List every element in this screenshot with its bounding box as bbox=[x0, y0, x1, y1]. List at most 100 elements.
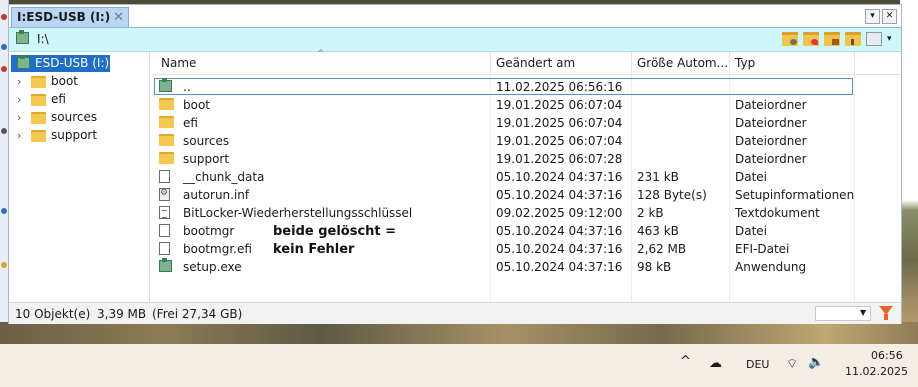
file-type: Setupinformationen bbox=[735, 188, 855, 202]
column-modified[interactable]: Geändert am bbox=[496, 56, 575, 70]
file-modified: 11.02.2025 06:56:16 bbox=[496, 80, 623, 94]
window-menu-button[interactable]: ▾ bbox=[865, 9, 880, 24]
file-name: support bbox=[183, 152, 230, 166]
folder-icon bbox=[31, 130, 46, 142]
file-icon bbox=[159, 224, 170, 237]
clock-time[interactable]: 06:56 bbox=[871, 349, 903, 362]
tab-close-icon[interactable]: ✕ bbox=[113, 10, 124, 25]
bookmark-folder-icon[interactable] bbox=[845, 32, 861, 46]
desktop-background bbox=[900, 0, 918, 340]
chevron-right-icon[interactable]: › bbox=[17, 93, 21, 106]
tree-item-label: boot bbox=[51, 74, 79, 88]
clock-date[interactable]: 11.02.2025 bbox=[845, 365, 908, 378]
app-icon bbox=[159, 258, 172, 272]
address-bar[interactable]: I:\ ▾ bbox=[9, 28, 901, 52]
filter-icon-stem bbox=[884, 314, 888, 320]
status-free-space: (Frei 27,34 GB) bbox=[152, 307, 243, 321]
folder-icon bbox=[159, 134, 174, 146]
status-total-size: 3,39 MB bbox=[97, 307, 147, 321]
text-file-icon bbox=[159, 206, 170, 219]
favorites-folder-icon[interactable] bbox=[803, 32, 819, 46]
desktop-background-bottom bbox=[0, 322, 918, 344]
column-divider[interactable] bbox=[729, 52, 730, 74]
tree-root-label: ESD-USB (I:) bbox=[35, 56, 110, 70]
file-name: .. bbox=[183, 80, 191, 94]
file-row[interactable]: setup.exe 05.10.2024 04:37:16 98 kB Anwe… bbox=[151, 258, 901, 276]
file-name: __chunk_data bbox=[183, 170, 265, 184]
file-modified: 05.10.2024 04:37:16 bbox=[496, 242, 623, 256]
recent-folder-icon[interactable] bbox=[782, 32, 798, 46]
wifi-icon[interactable]: ⌔ bbox=[786, 356, 798, 372]
column-divider[interactable] bbox=[631, 52, 632, 74]
tree-item-label: sources bbox=[51, 110, 98, 124]
file-row[interactable]: BitLocker-Wiederherstellungsschlüssel 09… bbox=[151, 204, 901, 222]
file-name: BitLocker-Wiederherstellungsschlüssel bbox=[183, 206, 413, 220]
folder-icon bbox=[31, 76, 46, 88]
chevron-down-icon[interactable]: ▾ bbox=[887, 32, 895, 46]
file-row[interactable]: efi 19.01.2025 06:07:04 Dateiordner bbox=[151, 114, 901, 132]
file-type: Dateiordner bbox=[735, 134, 807, 148]
file-row[interactable]: bootmgr 05.10.2024 04:37:16 463 kB Datei bbox=[151, 222, 901, 240]
file-modified: 05.10.2024 04:37:16 bbox=[496, 170, 623, 184]
cloud-sync-icon[interactable]: ☁ bbox=[709, 356, 722, 371]
file-modified: 05.10.2024 04:37:16 bbox=[496, 260, 623, 274]
folder-tree: ESD-USB (I:) › boot › efi › sources › su… bbox=[9, 52, 150, 302]
file-name: bootmgr bbox=[183, 224, 235, 238]
annotation-line-1: beide gelöscht = bbox=[271, 223, 399, 241]
folder-icon bbox=[31, 94, 46, 106]
chevron-right-icon[interactable]: › bbox=[17, 129, 21, 142]
copy-path-icon[interactable] bbox=[866, 32, 882, 46]
file-type: Dateiordner bbox=[735, 98, 807, 112]
tab-title: I:ESD-USB (I:) bbox=[17, 10, 111, 24]
volume-icon[interactable]: 🔈 bbox=[808, 355, 824, 370]
file-list: ^ Name Geändert am Größe Autom... Typ ..… bbox=[151, 49, 901, 302]
file-modified: 19.01.2025 06:07:28 bbox=[496, 152, 623, 166]
file-row[interactable]: sources 19.01.2025 06:07:04 Dateiordner bbox=[151, 132, 901, 150]
status-count: 10 Objekt(e) bbox=[15, 307, 91, 321]
tree-item-drive[interactable]: ESD-USB (I:) bbox=[11, 55, 110, 72]
file-row-parent[interactable]: .. 11.02.2025 06:56:16 bbox=[151, 78, 901, 96]
file-name: bootmgr.efi bbox=[183, 242, 252, 256]
file-name: autorun.inf bbox=[183, 188, 250, 202]
file-size: 231 kB bbox=[637, 170, 679, 184]
file-modified: 19.01.2025 06:07:04 bbox=[496, 134, 623, 148]
file-modified: 05.10.2024 04:37:16 bbox=[496, 188, 623, 202]
tab-drive[interactable]: I:ESD-USB (I:) ✕ bbox=[11, 7, 129, 27]
file-size: 98 kB bbox=[637, 260, 672, 274]
file-size: 2,62 MB bbox=[637, 242, 687, 256]
column-size[interactable]: Größe Autom... bbox=[637, 56, 728, 70]
column-divider[interactable] bbox=[490, 52, 491, 74]
file-row[interactable]: bootmgr.efi 05.10.2024 04:37:16 2,62 MB … bbox=[151, 240, 901, 258]
file-row[interactable]: support 19.01.2025 06:07:28 Dateiordner bbox=[151, 150, 901, 168]
file-row[interactable]: autorun.inf 05.10.2024 04:37:16 128 Byte… bbox=[151, 186, 901, 204]
file-row[interactable]: __chunk_data 05.10.2024 04:37:16 231 kB … bbox=[151, 168, 901, 186]
file-modified: 19.01.2025 06:07:04 bbox=[496, 98, 623, 112]
file-icon bbox=[159, 170, 170, 183]
chevron-down-icon[interactable]: ▼ bbox=[860, 308, 866, 317]
tree-item-label: support bbox=[51, 128, 98, 142]
column-divider[interactable] bbox=[854, 52, 855, 74]
file-type: Anwendung bbox=[735, 260, 807, 274]
file-name: boot bbox=[183, 98, 211, 112]
usb-drive-icon bbox=[17, 55, 30, 69]
column-type[interactable]: Typ bbox=[735, 56, 755, 70]
chevron-right-icon[interactable]: › bbox=[17, 75, 21, 88]
window-close-button[interactable]: ✕ bbox=[882, 9, 897, 24]
file-row[interactable]: boot 19.01.2025 06:07:04 Dateiordner bbox=[151, 96, 901, 114]
status-bar: 10 Objekt(e) 3,39 MB (Frei 27,34 GB) ▼ bbox=[9, 302, 901, 324]
tab-bar: I:ESD-USB (I:) ✕ ▾ ✕ bbox=[9, 5, 901, 28]
chevron-right-icon[interactable]: › bbox=[17, 111, 21, 124]
language-indicator[interactable]: DEU bbox=[746, 358, 769, 371]
file-modified: 09.02.2025 09:12:00 bbox=[496, 206, 623, 220]
taskbar: ^ ☁ DEU ⌔ 🔈 06:56 11.02.2025 bbox=[0, 344, 918, 387]
file-type: Dateiordner bbox=[735, 152, 807, 166]
file-size: 2 kB bbox=[637, 206, 664, 220]
folder-icon bbox=[159, 152, 174, 164]
address-path[interactable]: I:\ bbox=[37, 32, 49, 46]
chevron-up-icon[interactable]: ^ bbox=[680, 354, 691, 369]
parent-folder-icon[interactable] bbox=[824, 32, 840, 46]
column-name[interactable]: Name bbox=[161, 56, 196, 70]
file-modified: 05.10.2024 04:37:16 bbox=[496, 224, 623, 238]
folder-icon bbox=[159, 98, 174, 110]
file-name: setup.exe bbox=[183, 260, 242, 274]
